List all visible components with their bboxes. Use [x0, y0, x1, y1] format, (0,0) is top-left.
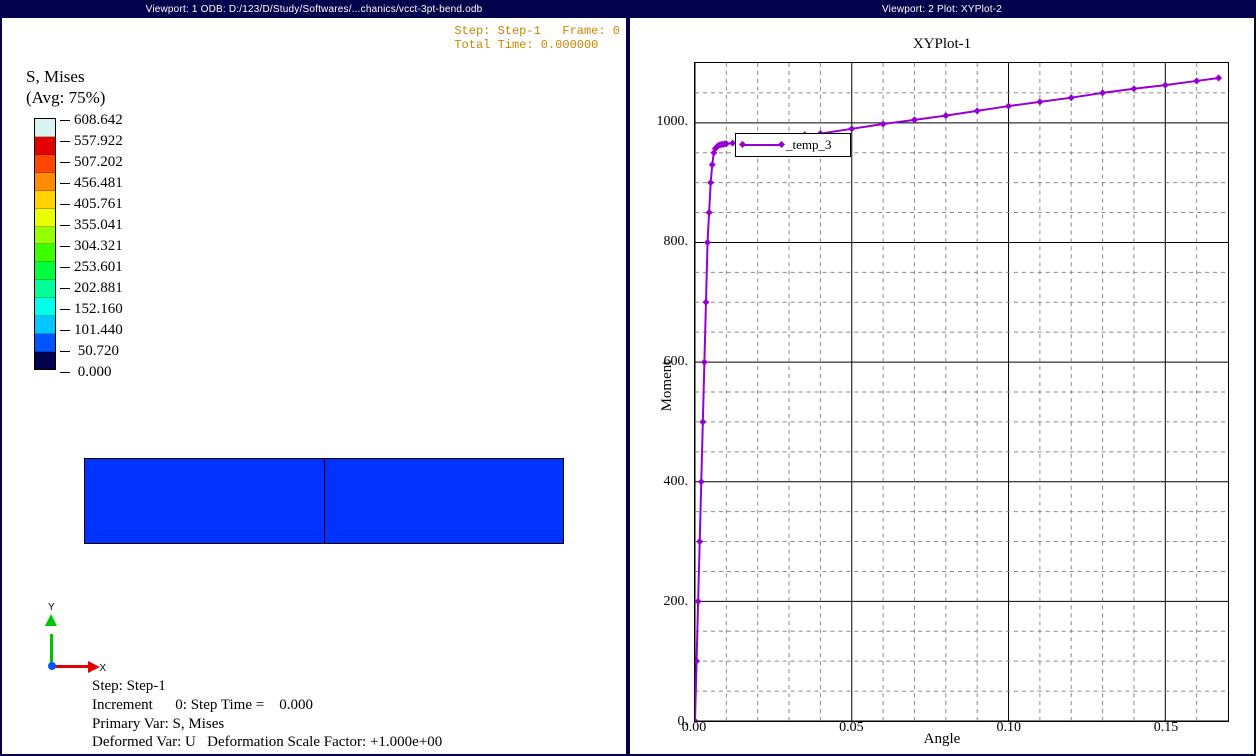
legend-tick: 355.041	[60, 215, 123, 236]
viewport-2-body: XYPlot-1 Moment Angle 0.200.400.600.800.…	[630, 18, 1254, 754]
orientation-triad: Y X	[36, 614, 92, 674]
field-output-label: S, Mises (Avg: 75%)	[26, 66, 105, 109]
legend-tick: 101.440	[60, 320, 123, 341]
y-tick-label: 600.	[664, 354, 689, 370]
triad-y-arrowhead	[45, 614, 57, 626]
legend-color-bar	[34, 118, 56, 370]
legend-tick: 152.160	[60, 299, 123, 320]
legend-tick: 50.720	[60, 341, 123, 362]
contour-legend: 608.642557.922507.202456.481405.761355.0…	[34, 118, 56, 370]
legend-tick-labels: 608.642557.922507.202456.481405.761355.0…	[60, 110, 123, 383]
viewport-1-header: Viewport: 1 ODB: D:/123/D/Study/Software…	[2, 2, 626, 18]
legend-tick: 608.642	[60, 110, 123, 131]
state-block: Step: Step-1 Increment 0: Step Time = 0.…	[92, 677, 442, 752]
plot-area[interactable]: _temp_3	[694, 62, 1229, 722]
x-axis-ticks: 0.000.050.100.15	[694, 720, 1229, 736]
triad-y-label: Y	[48, 602, 55, 613]
field-title: S, Mises	[26, 66, 105, 87]
viewport-1-body: Step: Step-1 Frame: 0 Total Time: 0.0000…	[2, 18, 626, 754]
legend-series-label: _temp_3	[786, 137, 832, 153]
legend-line-sample	[742, 144, 782, 146]
y-tick-label: 1000.	[657, 114, 689, 130]
state-line4: Deformed Var: U Deformation Scale Factor…	[92, 734, 442, 750]
viewport-1[interactable]: Viewport: 1 ODB: D:/123/D/Study/Software…	[2, 2, 626, 754]
y-tick-label: 800.	[664, 234, 689, 250]
triad-z-dot	[48, 662, 56, 670]
step-info-line1: Step: Step-1 Frame: 0	[454, 24, 620, 38]
state-line1: Step: Step-1	[92, 678, 166, 694]
legend-tick: 456.481	[60, 173, 123, 194]
x-tick-label: 0.10	[996, 720, 1021, 736]
legend-tick: 0.000	[60, 362, 123, 383]
legend-tick: 557.922	[60, 131, 123, 152]
x-tick-label: 0.00	[682, 720, 707, 736]
y-tick-label: 200.	[664, 594, 689, 610]
triad-x-arrowhead	[88, 661, 100, 673]
y-axis-ticks: 0.200.400.600.800.1000.	[660, 62, 690, 722]
legend-tick: 507.202	[60, 152, 123, 173]
y-tick-label: 400.	[664, 474, 689, 490]
legend-tick: 202.881	[60, 278, 123, 299]
step-info-line2: Total Time: 0.000000	[454, 38, 598, 52]
step-frame-annotation: Step: Step-1 Frame: 0 Total Time: 0.0000…	[454, 24, 620, 53]
triad-x-label: X	[99, 663, 106, 674]
state-line3: Primary Var: S, Mises	[92, 716, 224, 732]
viewport-2-header: Viewport: 2 Plot: XYPlot-2	[630, 2, 1254, 18]
viewport-2[interactable]: Viewport: 2 Plot: XYPlot-2 XYPlot-1 Mome…	[630, 2, 1254, 754]
x-tick-label: 0.15	[1154, 720, 1179, 736]
legend-tick: 253.601	[60, 257, 123, 278]
legend-tick: 405.761	[60, 194, 123, 215]
legend-tick: 304.321	[60, 236, 123, 257]
fea-model-mesh[interactable]	[84, 458, 564, 544]
chart-legend[interactable]: _temp_3	[735, 133, 851, 157]
chart-title: XYPlot-1	[630, 36, 1254, 53]
state-line2: Increment 0: Step Time = 0.000	[92, 697, 313, 713]
chart-svg	[695, 63, 1228, 721]
field-avg: (Avg: 75%)	[26, 87, 105, 108]
x-tick-label: 0.05	[839, 720, 864, 736]
